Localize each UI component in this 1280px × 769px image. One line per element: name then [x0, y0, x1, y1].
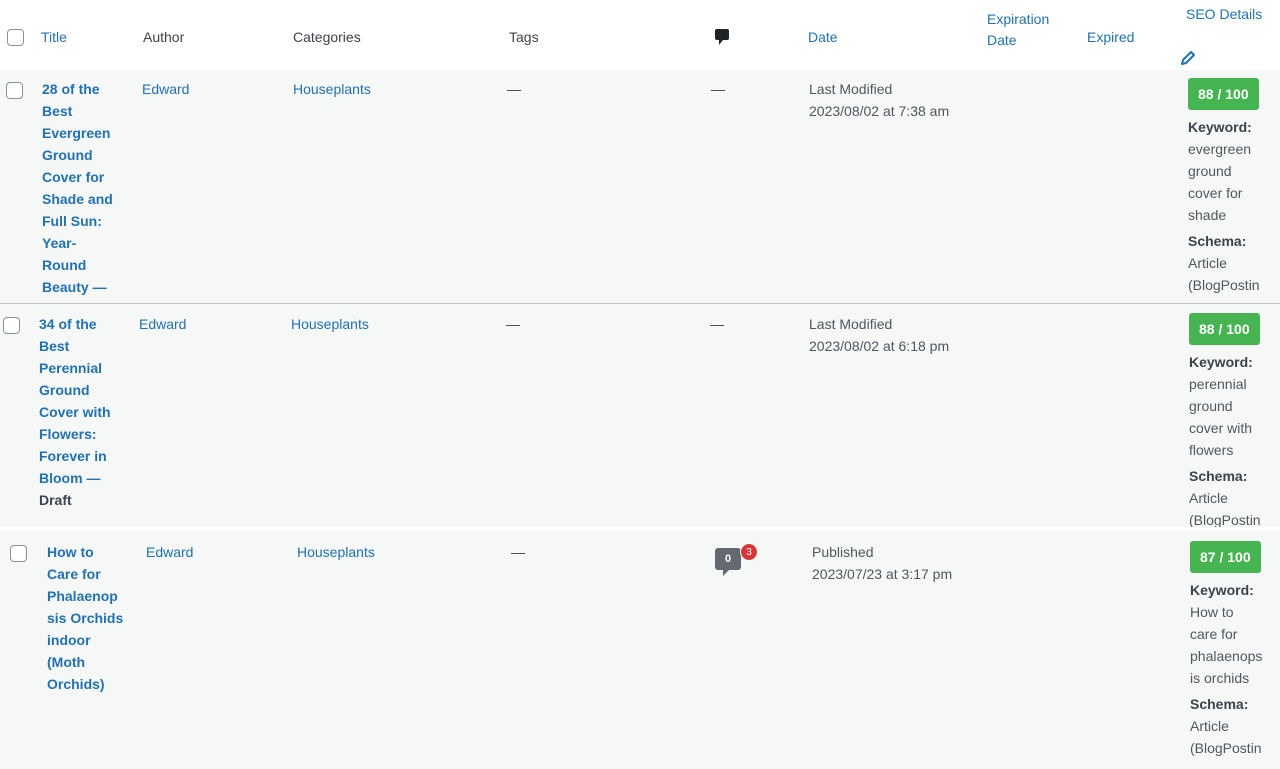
seo-details-cell: 87 / 100 Keyword: How to care for phalae… [1190, 541, 1270, 769]
comment-icon[interactable] [714, 28, 730, 49]
column-seo-details[interactable]: SEO Details [1186, 4, 1262, 25]
seo-score-badge[interactable]: 88 / 100 [1189, 313, 1260, 345]
posts-table: Title Author Categories Tags Date Expira… [0, 0, 1280, 769]
seo-details-cell: 88 / 100 Keyword: evergreen ground cover… [1188, 78, 1268, 303]
date-cell: Last Modified 2023/08/02 at 6:18 pm [809, 313, 949, 357]
author-link[interactable]: Edward [146, 541, 193, 563]
comments-value: — [710, 316, 724, 332]
column-expiration-date-sort[interactable]: Expiration Date [987, 9, 1049, 51]
table-header: Title Author Categories Tags Date Expira… [0, 0, 1280, 70]
schema-label: Schema: [1189, 468, 1248, 484]
date-status: Published [812, 544, 874, 560]
keyword-label: Keyword: [1190, 582, 1254, 598]
category-link[interactable]: Houseplants [291, 313, 369, 335]
pending-comments-badge[interactable]: 3 [740, 543, 758, 561]
date-status: Last Modified [809, 81, 893, 97]
tags-value: — [507, 81, 521, 97]
schema-label: Schema: [1190, 696, 1249, 712]
column-categories: Categories [293, 29, 361, 45]
table-row: How to Care for Phalaenop sis Orchids in… [0, 531, 1280, 769]
post-title-link[interactable]: 34 of the Best Perennial Ground Cover wi… [39, 313, 123, 511]
approved-comments-bubble[interactable]: 0 [715, 548, 741, 576]
date-value: 2023/08/02 at 6:18 pm [809, 338, 950, 354]
column-title-sort[interactable]: Title [41, 27, 67, 48]
keyword-label: Keyword: [1189, 354, 1253, 370]
date-cell: Published 2023/07/23 at 3:17 pm [812, 541, 952, 585]
table-row: 28 of the Best Evergreen Ground Cover fo… [0, 70, 1280, 303]
tags-value: — [506, 316, 520, 332]
post-title-link[interactable]: 28 of the Best Evergreen Ground Cover fo… [42, 78, 126, 298]
date-status: Last Modified [809, 316, 893, 332]
date-cell: Last Modified 2023/08/02 at 7:38 am [809, 78, 949, 122]
author-link[interactable]: Edward [142, 78, 189, 100]
author-link[interactable]: Edward [139, 313, 186, 335]
seo-details-cell: 88 / 100 Keyword: perennial ground cover… [1189, 313, 1269, 527]
date-value: 2023/07/23 at 3:17 pm [812, 566, 953, 582]
row-checkbox[interactable] [6, 82, 23, 99]
column-date-sort[interactable]: Date [808, 27, 838, 48]
column-tags: Tags [509, 29, 539, 45]
date-value: 2023/08/02 at 7:38 am [809, 103, 950, 119]
keyword-label: Keyword: [1188, 119, 1252, 135]
post-title-link[interactable]: How to Care for Phalaenop sis Orchids in… [47, 541, 131, 695]
comments-value: — [711, 81, 725, 97]
seo-score-badge[interactable]: 87 / 100 [1190, 541, 1261, 573]
column-author: Author [143, 29, 185, 45]
column-expiration-line2: Date [987, 32, 1017, 48]
category-link[interactable]: Houseplants [293, 78, 371, 100]
row-checkbox[interactable] [10, 545, 27, 562]
post-status-draft: Draft [39, 492, 72, 508]
seo-score-badge[interactable]: 88 / 100 [1188, 78, 1259, 110]
table-row: 34 of the Best Perennial Ground Cover wi… [0, 304, 1280, 527]
pencil-icon[interactable] [1180, 50, 1196, 72]
select-all-checkbox[interactable] [7, 29, 24, 46]
column-expired-sort[interactable]: Expired [1087, 27, 1134, 48]
schema-label: Schema: [1188, 233, 1247, 249]
category-link[interactable]: Houseplants [297, 541, 375, 563]
row-checkbox[interactable] [3, 317, 20, 334]
tags-value: — [511, 544, 525, 560]
column-expiration-line1: Expiration [987, 11, 1050, 27]
